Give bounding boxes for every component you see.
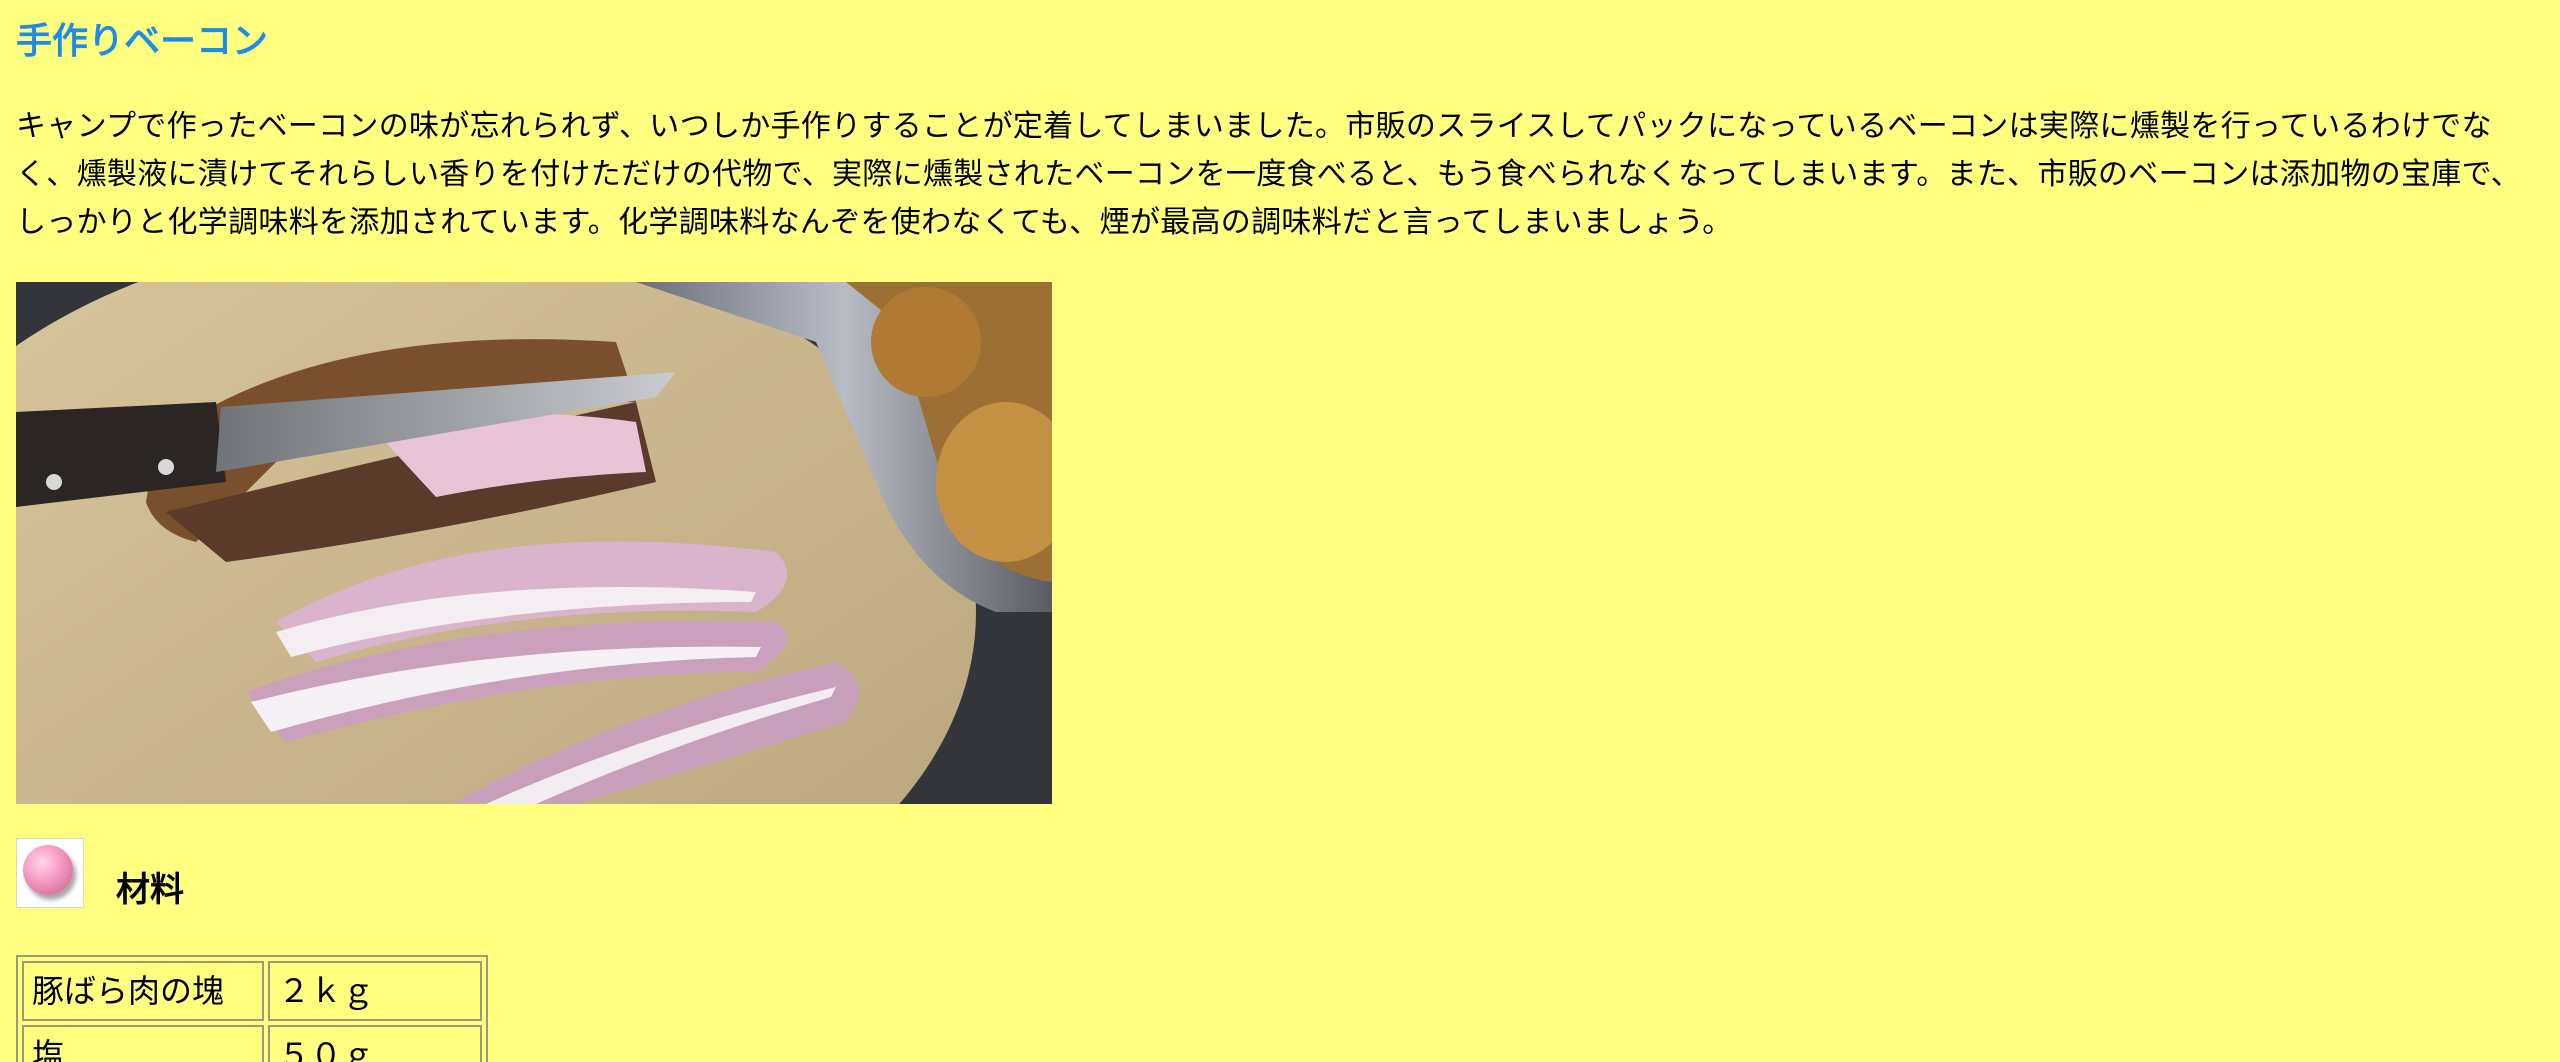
page: 手作りベーコン キャンプで作ったベーコンの味が忘れられず、いつしか手作りすること… (0, 0, 2560, 1062)
materials-section-header: 材料 (16, 838, 616, 910)
table-row: 豚ばら肉の塊 ２ｋｇ (22, 961, 482, 1021)
sliced-bacon-illustration (16, 282, 1052, 804)
materials-table: 豚ばら肉の塊 ２ｋｇ 塩 ５０ｇ (16, 955, 488, 1062)
ingredient-amount: ２ｋｇ (268, 961, 482, 1021)
bacon-photo (16, 282, 1052, 804)
page-title: 手作りベーコン (16, 21, 269, 62)
section-heading: 材料 (116, 870, 184, 910)
ingredient-name: 豚ばら肉の塊 (22, 961, 264, 1021)
ingredient-amount: ５０ｇ (268, 1025, 482, 1062)
pink-ball-icon (16, 838, 84, 908)
intro-paragraph: キャンプで作ったベーコンの味が忘れられず、いつしか手作りすることが定着してしまい… (16, 109, 2521, 240)
ingredient-name: 塩 (22, 1025, 264, 1062)
table-row: 塩 ５０ｇ (22, 1025, 482, 1062)
